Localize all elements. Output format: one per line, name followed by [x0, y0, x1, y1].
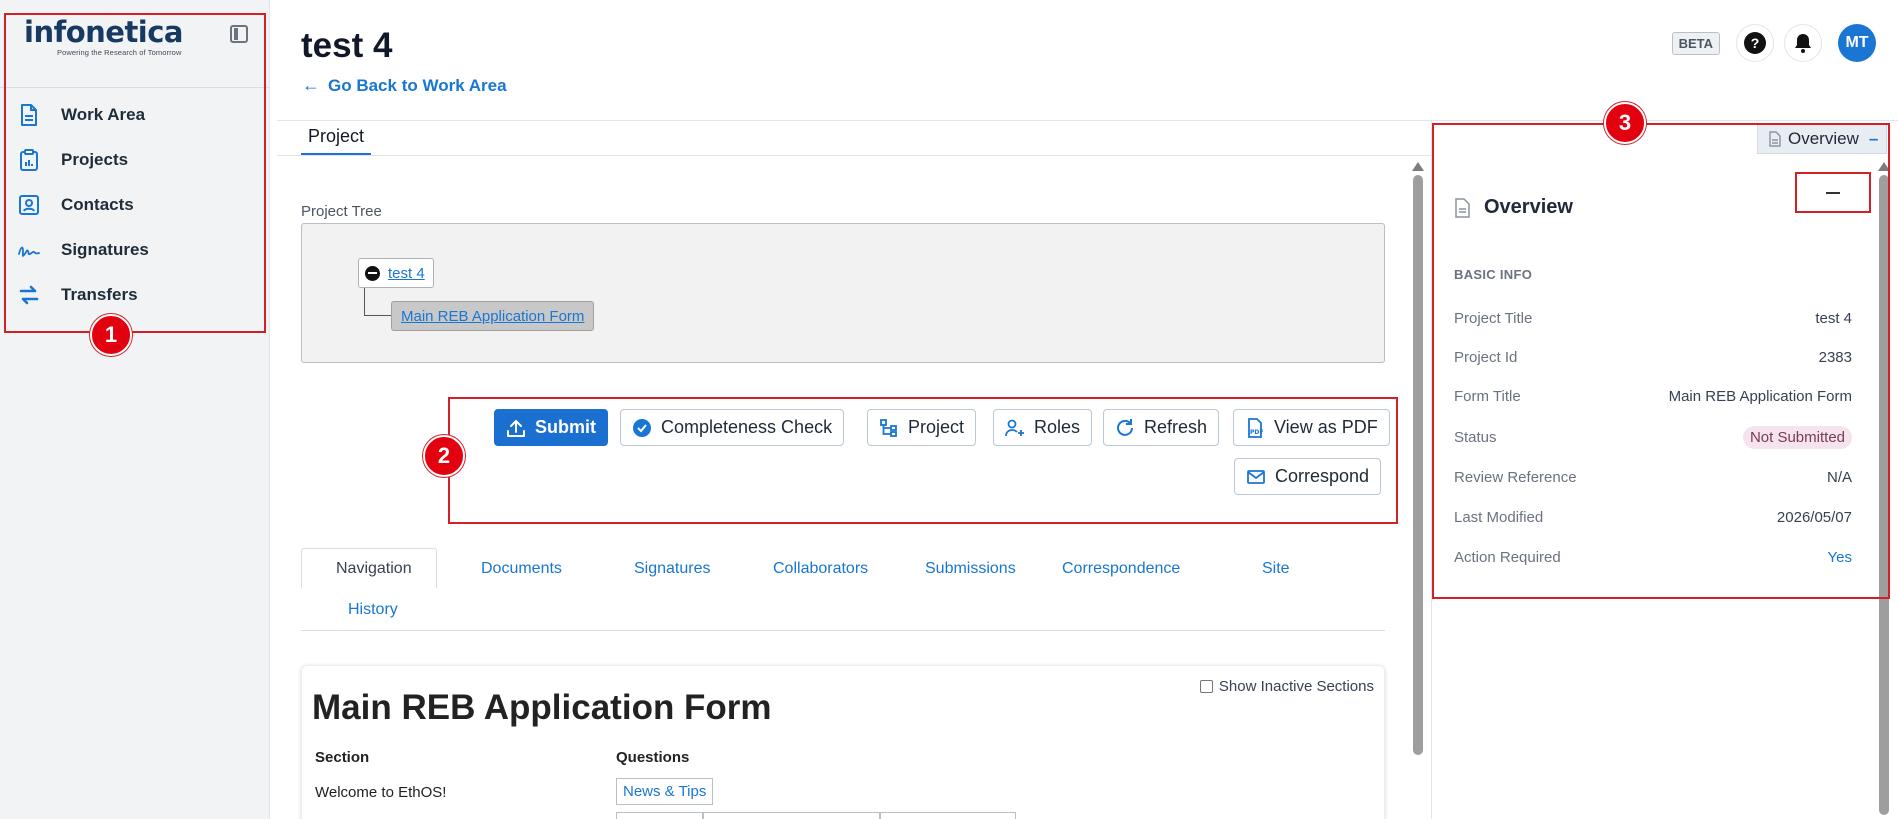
tree-connector [364, 288, 365, 315]
app-root: infonetica Powering the Research of Tomo… [0, 0, 1898, 819]
column-header-section: Section [315, 749, 370, 766]
tree-root-link[interactable]: test 4 [388, 265, 425, 282]
cell [880, 812, 1016, 819]
form-card: Main REB Application Form Show Inactive … [301, 665, 1385, 819]
annotation-badge-2: 2 [423, 435, 465, 477]
tree-node-child: Main REB Application Form [391, 301, 595, 331]
tab-signatures[interactable]: Signatures [634, 560, 711, 578]
question-link[interactable]: News & Tips [616, 778, 714, 805]
tab-navigation[interactable]: Navigation [301, 548, 437, 588]
bell-icon [1795, 34, 1811, 53]
help-button[interactable]: ? [1736, 24, 1774, 62]
cell [703, 812, 880, 819]
tree-node-root: test 4 [358, 258, 434, 288]
beta-badge: BETA [1671, 31, 1720, 55]
annotation-box-2 [448, 397, 1398, 524]
project-tree: test 4 Main REB Application Form [301, 223, 1385, 363]
question-row-partial [616, 812, 1016, 819]
tab-collaborators[interactable]: Collaborators [773, 560, 868, 578]
annotation-badge-1: 1 [90, 314, 132, 356]
tab-site[interactable]: Site [1262, 560, 1290, 578]
show-inactive-checkbox[interactable] [1199, 680, 1213, 693]
collapse-node-icon[interactable] [365, 265, 380, 281]
scrollbar-thumb[interactable] [1413, 175, 1423, 755]
annotation-box-1 [4, 13, 266, 333]
user-avatar[interactable]: MT [1838, 24, 1876, 62]
header-actions: BETA ? MT [1671, 24, 1876, 62]
annotation-box-minimize [1795, 172, 1871, 213]
back-link-label: Go Back to Work Area [328, 75, 507, 95]
page-title: test 4 [301, 26, 393, 65]
help-icon: ? [1744, 32, 1766, 54]
tab-history[interactable]: History [348, 601, 398, 619]
section-name: Welcome to EthOS! [315, 784, 447, 801]
tabs-divider [301, 630, 1385, 631]
cell [616, 812, 703, 819]
back-to-work-area-link[interactable]: ← Go Back to Work Area [302, 75, 507, 96]
header-divider [277, 120, 1898, 121]
form-title: Main REB Application Form [312, 688, 772, 727]
tab-documents[interactable]: Documents [481, 560, 562, 578]
tree-child-link[interactable]: Main REB Application Form [401, 308, 584, 325]
project-tree-label: Project Tree [301, 203, 382, 220]
scroll-up-arrow-icon[interactable] [1412, 162, 1424, 171]
show-inactive-label: Show Inactive Sections [1218, 678, 1374, 695]
tab-correspondence[interactable]: Correspondence [1062, 560, 1180, 578]
arrow-left-icon: ← [302, 75, 320, 95]
show-inactive-sections[interactable]: Show Inactive Sections [1199, 678, 1374, 695]
notifications-button[interactable] [1784, 24, 1822, 62]
tree-connector [364, 315, 392, 316]
tab-project[interactable]: Project [301, 124, 372, 155]
column-header-questions: Questions [616, 749, 690, 766]
main-scrollbar[interactable] [1412, 162, 1424, 819]
annotation-badge-3: 3 [1604, 102, 1646, 144]
tab-divider [277, 155, 1432, 156]
tab-submissions[interactable]: Submissions [925, 560, 1016, 578]
